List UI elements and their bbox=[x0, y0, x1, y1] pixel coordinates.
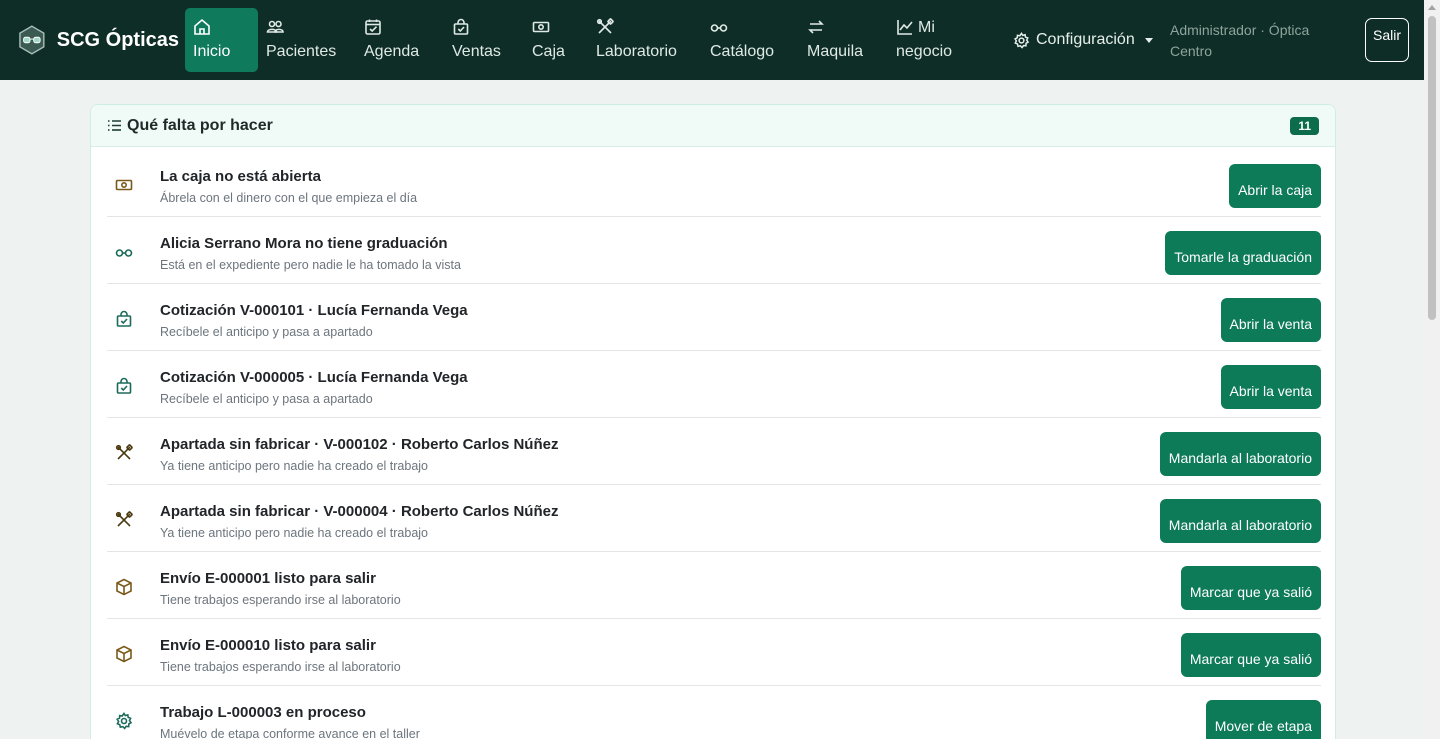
chart-line-icon bbox=[896, 18, 914, 38]
task-title: La caja no está abierta bbox=[160, 168, 321, 185]
task-action-button[interactable]: Abrir la caja bbox=[1229, 164, 1321, 208]
task-subtitle: Ya tiene anticipo pero nadie ha creado e… bbox=[160, 459, 429, 473]
task-count-badge: 11 bbox=[1290, 117, 1319, 135]
scrollbar-thumb[interactable] bbox=[1428, 16, 1436, 320]
task-subtitle: Recíbele el anticipo y pasa a apartado bbox=[160, 392, 373, 406]
task-subtitle: Ábrela con el dinero con el que empieza … bbox=[160, 191, 418, 205]
top-navbar: SCG Ópticas Inicio Pacientes Agenda Vent… bbox=[0, 0, 1424, 80]
logout-button[interactable]: Salir bbox=[1365, 18, 1409, 62]
box-icon bbox=[115, 578, 135, 598]
arrows-exchange-icon bbox=[807, 18, 865, 38]
task-action-button[interactable]: Mandarla al laboratorio bbox=[1159, 432, 1321, 476]
task-action-button[interactable]: Marcar que ya salió bbox=[1180, 633, 1321, 677]
bag-check-icon bbox=[115, 310, 135, 330]
people-icon bbox=[266, 18, 338, 38]
glasses-icon bbox=[115, 243, 135, 263]
task-title: Alicia Serrano Mora no tiene graduación bbox=[160, 235, 448, 252]
brand-logo-icon bbox=[19, 25, 45, 55]
task-row: Apartada sin fabricar · V-000004 · Rober… bbox=[107, 485, 1321, 552]
bag-check-icon bbox=[115, 377, 135, 397]
task-action-button[interactable]: Mandarla al laboratorio bbox=[1159, 499, 1321, 543]
card-header: Qué falta por hacer 11 bbox=[91, 105, 1335, 147]
glasses-icon bbox=[710, 18, 778, 38]
task-subtitle: Muévelo de etapa conforme avance en el t… bbox=[160, 727, 420, 739]
chevron-down-icon bbox=[1144, 37, 1153, 43]
task-row: La caja no está abierta Ábrela con el di… bbox=[107, 150, 1321, 217]
task-action-button[interactable]: Abrir la venta bbox=[1220, 298, 1321, 342]
configuracion-dropdown[interactable]: Configuración bbox=[1013, 28, 1153, 52]
nav-ventas[interactable]: Ventas bbox=[444, 8, 510, 72]
gear-icon bbox=[115, 712, 135, 732]
nav-inicio[interactable]: Inicio bbox=[185, 8, 258, 72]
tools-icon bbox=[596, 18, 680, 38]
task-title: Envío E-000010 listo para salir bbox=[160, 637, 376, 654]
task-action-button[interactable]: Marcar que ya salió bbox=[1180, 566, 1321, 610]
tools-icon bbox=[115, 444, 135, 464]
calendar-check-icon bbox=[364, 18, 422, 38]
page-scrollbar[interactable] bbox=[1424, 0, 1440, 739]
nav-mi-negocio[interactable]: Mi negocio bbox=[888, 8, 964, 72]
card-title: Qué falta por hacer bbox=[127, 116, 273, 134]
task-row: Alicia Serrano Mora no tiene graduación … bbox=[107, 217, 1321, 284]
task-title: Trabajo L-000003 en proceso bbox=[160, 704, 366, 721]
task-action-button[interactable]: Tomarle la graduación bbox=[1165, 231, 1321, 275]
brand-name: SCG Ópticas bbox=[56, 28, 179, 51]
cash-icon bbox=[115, 176, 135, 196]
cash-icon bbox=[532, 18, 566, 38]
nav-maquila[interactable]: Maquila bbox=[799, 8, 873, 72]
task-row: Apartada sin fabricar · V-000102 · Rober… bbox=[107, 418, 1321, 485]
task-row: Trabajo L-000003 en proceso Muévelo de e… bbox=[107, 686, 1321, 739]
bag-check-icon bbox=[452, 18, 502, 38]
task-action-button[interactable]: Abrir la venta bbox=[1220, 365, 1321, 409]
tools-icon bbox=[115, 511, 135, 531]
task-row: Envío E-000001 listo para salir Tiene tr… bbox=[107, 552, 1321, 619]
task-row: Envío E-000010 listo para salir Tiene tr… bbox=[107, 619, 1321, 686]
brand[interactable]: SCG Ópticas bbox=[19, 20, 179, 60]
user-info: Administrador · Óptica Centro bbox=[1170, 22, 1310, 59]
task-subtitle: Ya tiene anticipo pero nadie ha creado e… bbox=[160, 526, 429, 540]
task-action-button[interactable]: Mover de etapa bbox=[1205, 700, 1321, 739]
nav-agenda[interactable]: Agenda bbox=[356, 8, 430, 72]
task-row: Cotización V-000005 · Lucía Fernanda Veg… bbox=[107, 351, 1321, 418]
task-subtitle: Está en el expediente pero nadie le ha t… bbox=[160, 258, 461, 272]
task-title: Envío E-000001 listo para salir bbox=[160, 570, 376, 587]
gear-icon bbox=[1013, 31, 1030, 49]
task-title: Cotización V-000005 · Lucía Fernanda Veg… bbox=[160, 369, 468, 386]
task-subtitle: Recíbele el anticipo y pasa a apartado bbox=[160, 325, 373, 339]
scroll-up-arrow-icon[interactable] bbox=[1428, 5, 1436, 10]
task-row: Cotización V-000101 · Lucía Fernanda Veg… bbox=[107, 284, 1321, 351]
task-subtitle: Tiene trabajos esperando irse al laborat… bbox=[160, 593, 401, 607]
box-icon bbox=[115, 645, 135, 665]
task-title: Apartada sin fabricar · V-000102 · Rober… bbox=[160, 436, 559, 453]
list-icon bbox=[108, 120, 121, 131]
task-subtitle: Tiene trabajos esperando irse al laborat… bbox=[160, 660, 401, 674]
nav-catalogo[interactable]: Catálogo bbox=[702, 8, 786, 72]
task-title: Apartada sin fabricar · V-000004 · Rober… bbox=[160, 503, 559, 520]
home-icon bbox=[193, 18, 250, 38]
nav-pacientes[interactable]: Pacientes bbox=[258, 8, 346, 72]
nav-caja[interactable]: Caja bbox=[524, 8, 574, 72]
nav-laboratorio[interactable]: Laboratorio bbox=[588, 8, 688, 72]
task-title: Cotización V-000101 · Lucía Fernanda Veg… bbox=[160, 302, 468, 319]
pending-tasks-card: Qué falta por hacer 11 La caja no está a… bbox=[90, 104, 1336, 739]
